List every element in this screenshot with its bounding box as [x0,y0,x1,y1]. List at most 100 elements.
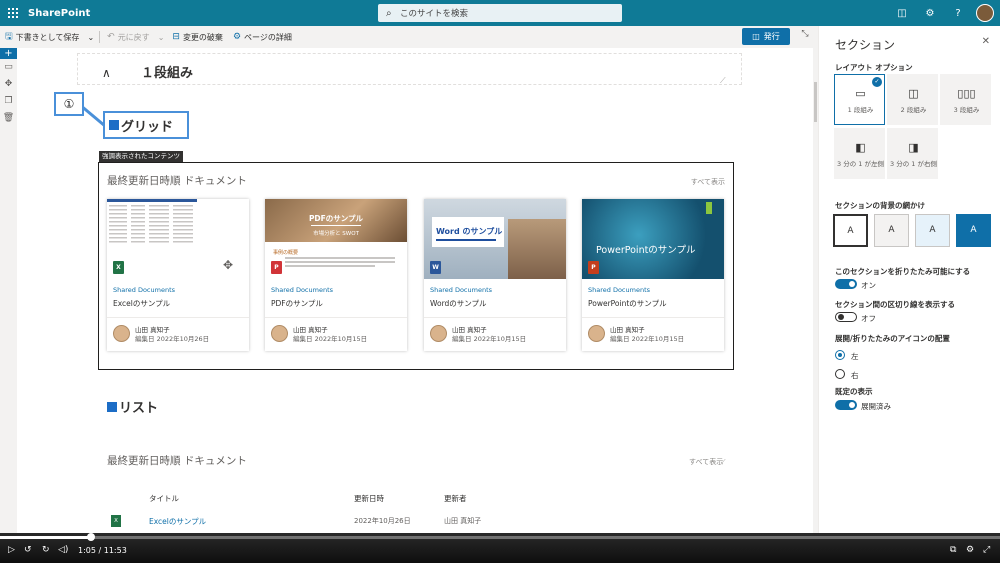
highlighted-content-webpart[interactable]: 最終更新日時順 ドキュメント すべて表示 ✥ X Shared Document… [98,162,734,370]
divider [424,317,566,318]
square-bullet-icon [107,401,117,412]
layout-two-columns[interactable]: ◫ 2 段組み [887,74,938,125]
divider [582,317,724,318]
section-property-pane: セクション ✕ レイアウト オプション ✓ ▭ 1 段組み ◫ 2 段組み ▯▯… [818,26,1000,533]
layout-label: 3 段組み [953,106,980,114]
fullscreen-icon[interactable]: ⤢ [983,545,990,555]
play-icon[interactable]: ▷ [8,545,15,555]
resize-handle-icon[interactable]: ⟋ [720,458,726,468]
layout-one-column[interactable]: ✓ ▭ 1 段組み [834,74,885,125]
card-library[interactable]: Shared Documents [588,286,650,294]
card-title[interactable]: Excelのサンプル [113,298,170,309]
word-thumbnail: Word のサンプル [424,199,566,279]
layout-one-third-right[interactable]: ◨ 3 分の 1 が右側 [887,128,938,179]
site-search-input[interactable]: ⌕ このサイトを検索 [378,4,622,22]
icon-position-left-radio[interactable] [835,350,845,360]
column-header-title[interactable]: タイトル [149,493,179,504]
collapse-icon[interactable]: ⤡ [798,29,812,43]
comment-icon[interactable]: ▭ [0,59,17,76]
webpart-title: 最終更新日時順 ドキュメント [107,175,247,187]
resize-handle-icon[interactable]: ⟋ [720,76,726,86]
author-avatar [430,325,447,342]
row-date: 2022年10月26日 [354,517,411,525]
scrollbar-thumb[interactable] [814,82,817,122]
ppt-thumbnail: PowerPointのサンプル [582,199,724,279]
column-header-modified-by[interactable]: 更新者 [444,493,467,504]
row-title[interactable]: Excelのサンプル [149,516,206,527]
publish-icon: ◫ [752,32,760,41]
settings-icon[interactable]: ⚙ [966,545,974,555]
card-title[interactable]: Wordのサンプル [430,298,487,309]
gear-icon[interactable]: ⚙ [916,8,944,19]
video-time: 1:05 / 11:53 [78,546,127,555]
save-draft-label: 下書きとして保存 [15,32,80,42]
rewind-icon[interactable]: ↺ [24,545,32,555]
list-row[interactable]: X Excelのサンプル 2022年10月26日 山田 真知子 [107,513,707,531]
column-header-modified[interactable]: 更新日時 [354,493,384,504]
divider [107,317,249,318]
icon-position-right-radio[interactable] [835,369,845,379]
card-library[interactable]: Shared Documents [430,286,492,294]
default-display-toggle[interactable] [835,400,857,410]
video-progress-bar[interactable] [0,533,1000,541]
save-dropdown-chevron-icon[interactable]: ⌄ [84,26,97,48]
card-edited: 編集日 2022年10月15日 [452,335,527,343]
collapsible-toggle[interactable] [835,279,857,289]
card-title[interactable]: PowerPointのサンプル [588,298,667,309]
undo-button[interactable]: ↶ 元に戻す [102,26,155,48]
duplicate-icon[interactable]: ❐ [0,93,17,110]
excel-file-icon: X [111,515,121,527]
layout-one-third-left[interactable]: ◧ 3 分の 1 が左側 [834,128,885,179]
icon-position-label: 展開/折りたたみのアイコンの配置 [835,334,950,343]
background-soft-option[interactable]: A [915,214,950,247]
undo-dropdown-chevron-icon[interactable]: ⌄ [155,26,168,48]
background-neutral-option[interactable]: A [874,214,909,247]
pdf-file-icon: P [271,261,282,274]
layout-three-columns[interactable]: ▯▯▯ 3 段組み [940,74,991,125]
document-card[interactable]: PowerPointのサンプル P Shared Documents Power… [582,199,724,351]
document-card[interactable]: PDFのサンプル 市場分析と SWOT 事例の概要 P Shared Docum… [265,199,407,351]
user-avatar[interactable] [976,4,994,22]
move-icon[interactable]: ✥ [0,76,17,93]
document-card[interactable]: ✥ X Shared Documents Excelのサンプル 山田 真知子 編… [107,199,249,351]
card-library[interactable]: Shared Documents [113,286,175,294]
list-see-all-link[interactable]: すべて表示 [689,457,723,467]
word-file-icon: W [430,261,441,274]
callout-number: ① [54,92,84,116]
card-library[interactable]: Shared Documents [271,286,333,294]
video-player-controls: ▷ ↺ ↻ ◁) 1:05 / 11:53 ⧉ ⚙ ⤢ [0,533,1000,563]
chevron-up-icon[interactable]: ∧ [102,66,111,80]
publish-button[interactable]: ◫ 発行 [742,28,790,45]
grid-heading-text: グリッド [121,119,174,135]
add-section-icon[interactable]: + [0,48,17,59]
gear-icon: ⚙ [232,32,242,42]
volume-icon[interactable]: ◁) [58,545,68,555]
close-icon[interactable]: ✕ [982,36,990,47]
help-icon[interactable]: ? [944,8,972,19]
captions-icon[interactable]: ⧉ [950,545,956,555]
layout-label: 2 段組み [900,106,927,114]
save-draft-button[interactable]: 🖫 下書きとして保存 [0,26,84,48]
svg-text:✥: ✥ [223,258,233,272]
default-display-label: 既定の表示 [835,387,873,396]
background-none-option[interactable]: A [833,214,868,247]
megaphone-icon[interactable]: ◫ [888,8,916,19]
video-progress-knob[interactable] [87,533,95,541]
brand-name[interactable]: SharePoint [28,8,90,19]
card-edited: 編集日 2022年10月15日 [610,335,685,343]
see-all-link[interactable]: すべて表示 [691,177,725,187]
grid-heading: グリッド [103,111,189,139]
icon-position-left-label: 左 [851,352,859,361]
divider-toggle[interactable] [835,312,857,322]
pdf-thumb-title: PDFのサンプル [308,214,364,223]
app-launcher-icon[interactable] [0,0,26,26]
discard-changes-button[interactable]: ⊟ 変更の破棄 [167,26,228,48]
forward-icon[interactable]: ↻ [42,545,50,555]
background-strong-option[interactable]: A [956,214,991,247]
card-title[interactable]: PDFのサンプル [271,298,323,309]
document-card[interactable]: Word のサンプル W Shared Documents Wordのサンプル … [424,199,566,351]
delete-icon[interactable]: 🗑 [0,110,17,127]
page-details-button[interactable]: ⚙ ページの詳細 [228,26,297,48]
section-title[interactable]: １段組み [141,62,193,81]
divider-label: セクション間の区切り線を表示する [835,300,955,309]
